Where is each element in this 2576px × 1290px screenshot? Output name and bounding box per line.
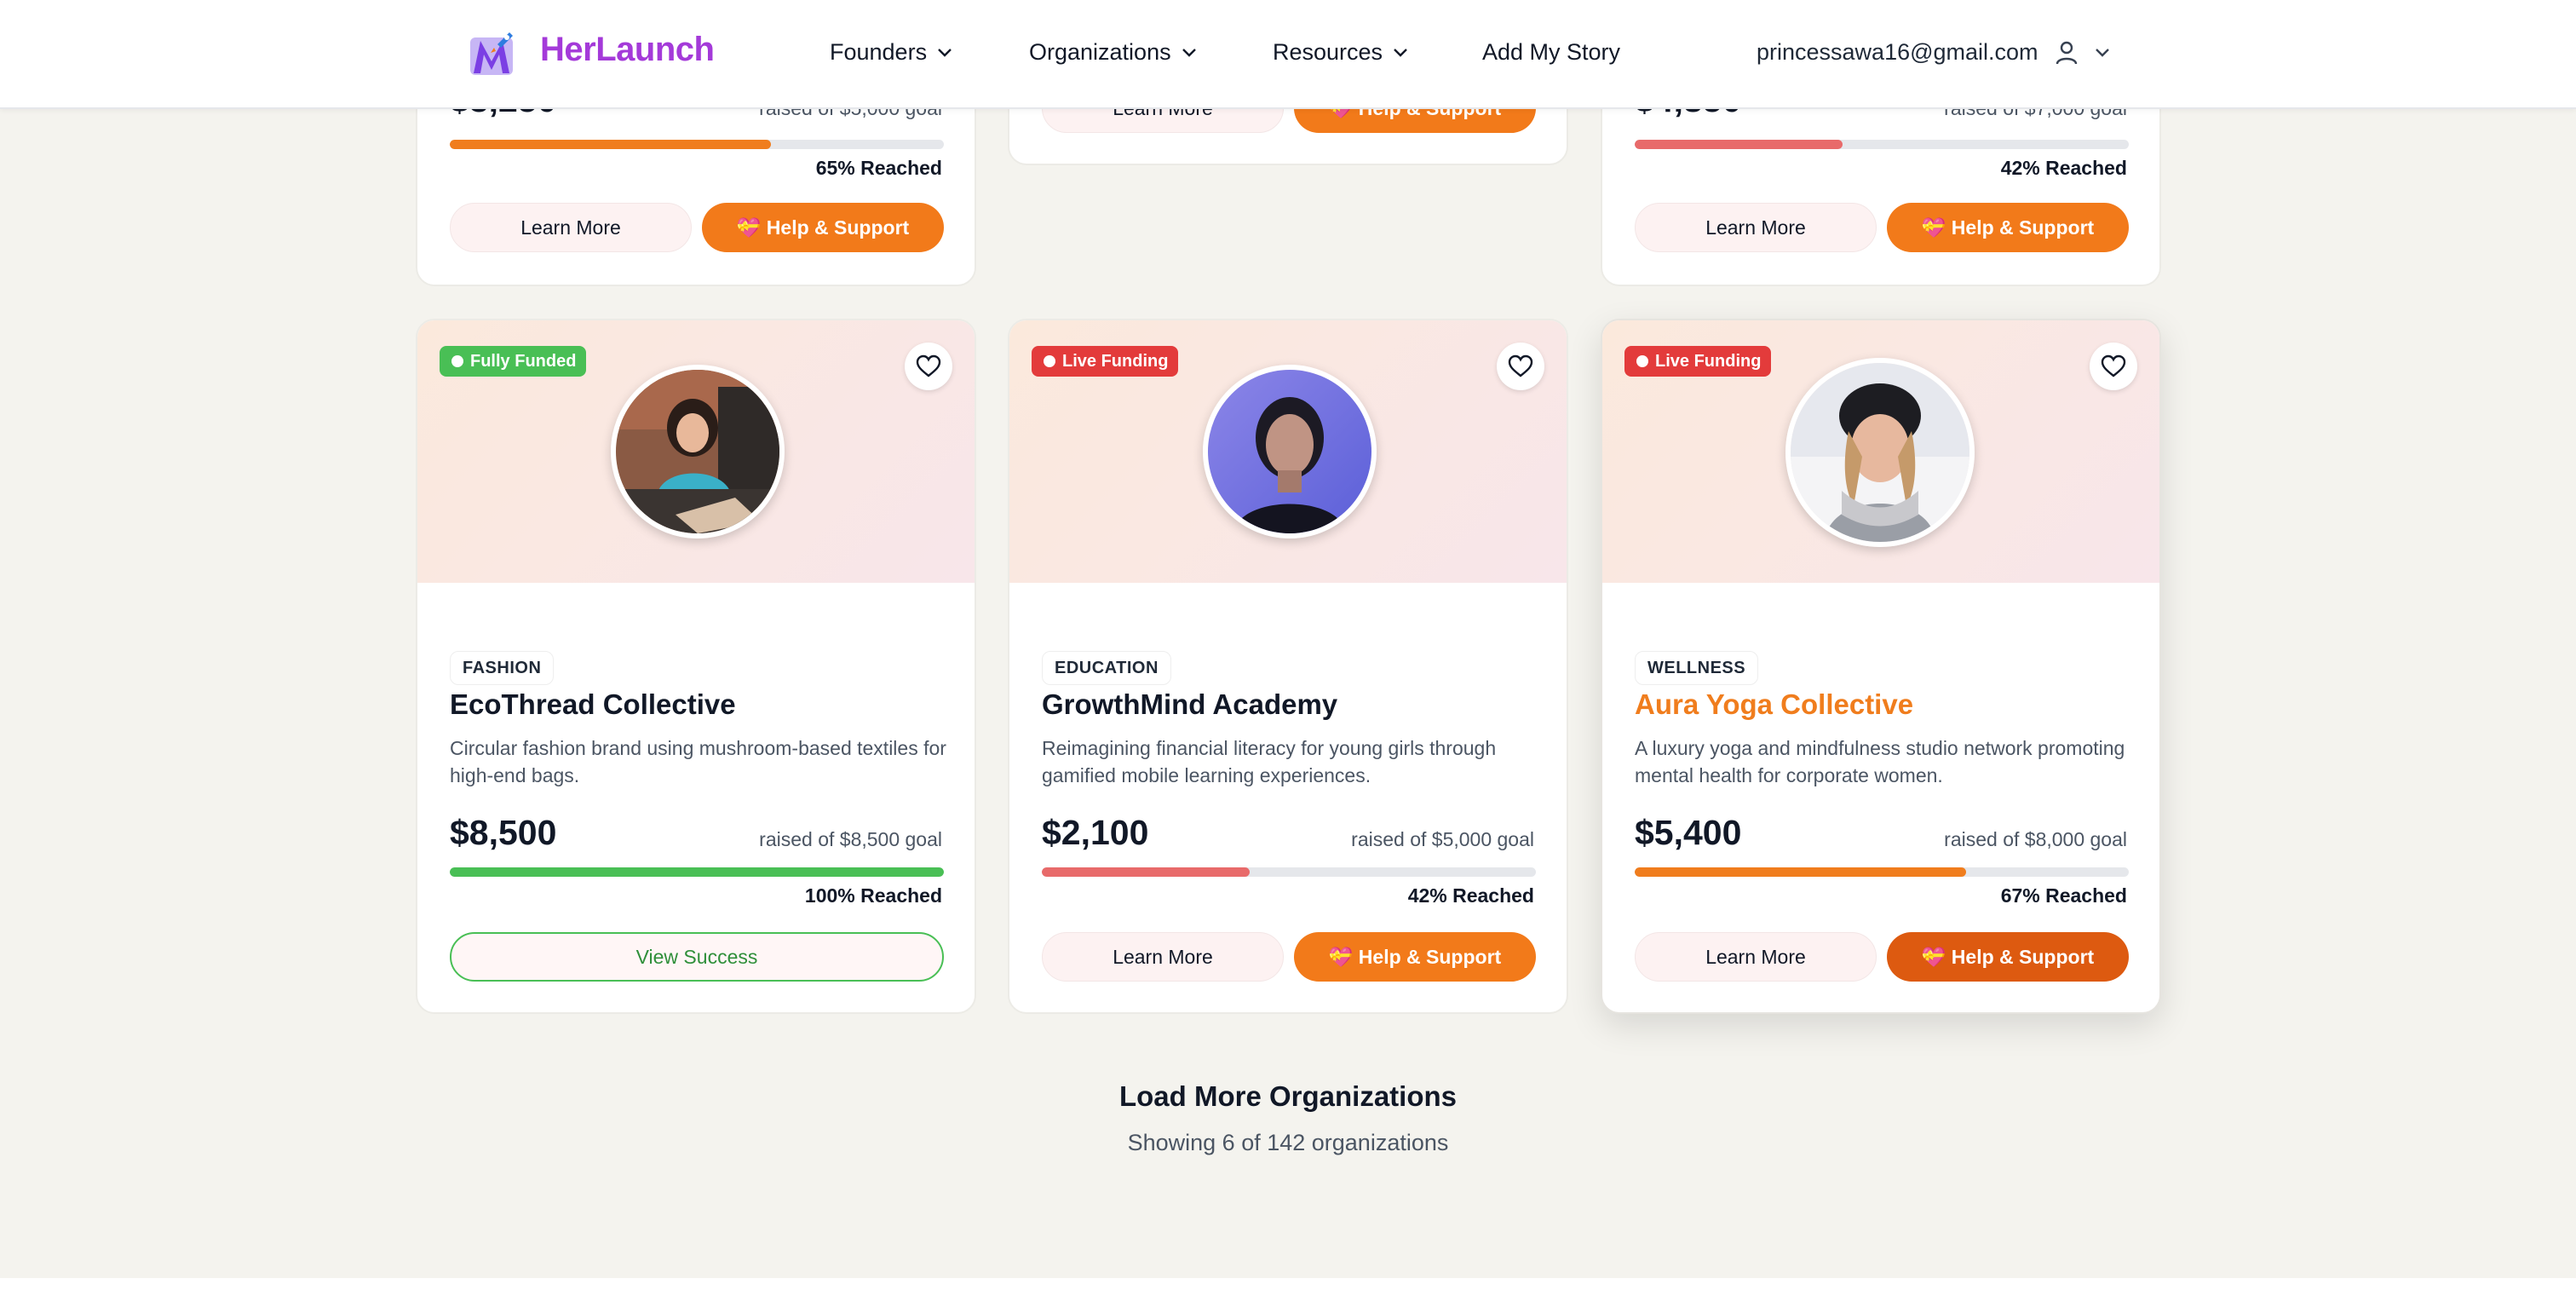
learn-more-button[interactable]: Learn More <box>1635 932 1877 982</box>
load-more-button[interactable]: Load More Organizations <box>0 1080 2576 1113</box>
heart-icon <box>2101 354 2126 377</box>
top-navbar: HerLaunch Founders Organizations Resourc… <box>0 0 2576 109</box>
help-support-button[interactable]: 💝 Help & Support <box>1887 203 2129 252</box>
help-support-button[interactable]: 💝 Help & Support <box>702 203 944 252</box>
status-dot-icon <box>1044 355 1055 367</box>
nav-add-my-story-label: Add My Story <box>1482 39 1621 65</box>
reached-text: 67% Reached <box>2000 884 2127 907</box>
goal-text: raised of $5,000 goal <box>1351 828 1534 850</box>
progress-track <box>450 867 944 877</box>
status-dot-icon <box>1636 355 1648 367</box>
progress-track <box>1635 140 2129 149</box>
org-title[interactable]: Aura Yoga Collective <box>1635 688 1913 721</box>
progress-track <box>450 140 944 149</box>
chevron-down-icon <box>1182 48 1196 57</box>
status-dot-icon <box>451 355 463 367</box>
nav-founders[interactable]: Founders <box>830 39 952 66</box>
favorite-heart-button[interactable] <box>905 343 952 390</box>
card-hero: Fully Funded <box>417 320 975 583</box>
learn-more-button[interactable]: Learn More <box>1042 932 1284 982</box>
org-description: Circular fashion brand using mushroom-ba… <box>450 737 946 786</box>
goal-text: raised of $8,500 goal <box>759 828 942 850</box>
amount-raised: $5,400 <box>1635 813 1742 852</box>
progress-track <box>1042 867 1536 877</box>
progress-fill <box>1635 867 1966 877</box>
help-support-button[interactable]: 💝 Help & Support <box>1887 932 2129 982</box>
founder-photo-icon <box>616 370 779 533</box>
nav-resources-label: Resources <box>1273 39 1383 65</box>
org-card-ecothread[interactable]: Fully Funded FASHION EcoThread Collectiv… <box>416 319 976 1014</box>
org-title[interactable]: GrowthMind Academy <box>1042 688 1337 721</box>
founder-avatar <box>1785 358 1975 547</box>
nav-founders-label: Founders <box>830 39 928 65</box>
chevron-down-icon <box>2095 48 2109 57</box>
amount-raised: $2,100 <box>1042 813 1149 852</box>
brand-name[interactable]: HerLaunch <box>540 31 715 69</box>
founder-avatar <box>611 365 785 538</box>
heart-icon <box>916 354 941 377</box>
reached-text: 42% Reached <box>1407 884 1534 907</box>
org-card-aura-yoga[interactable]: Live Funding WELLNESS Aura Yoga Collecti… <box>1601 319 2161 1014</box>
nav-add-my-story[interactable]: Add My Story <box>1482 39 1620 66</box>
badge-label: Live Funding <box>1062 351 1169 371</box>
founder-photo-icon <box>1208 370 1371 533</box>
card-hero: Live Funding <box>1602 320 2159 583</box>
org-description: A luxury yoga and mindfulness studio net… <box>1635 737 2125 786</box>
help-support-button[interactable]: 💝 Help & Support <box>1294 932 1536 982</box>
nav-organizations-label: Organizations <box>1029 39 1171 65</box>
reached-text: 65% Reached <box>815 157 942 179</box>
founder-avatar <box>1203 365 1377 538</box>
user-email: princessawa16@gmail.com <box>1757 39 2038 65</box>
org-card-growthmind[interactable]: Live Funding EDUCATION GrowthMind Academ… <box>1008 319 1568 1014</box>
org-description: Reimagining financial literacy for young… <box>1042 737 1497 786</box>
reached-text: 100% Reached <box>804 884 942 907</box>
category-tag: FASHION <box>450 651 555 685</box>
learn-more-button[interactable]: Learn More <box>1635 203 1877 252</box>
showing-count: Showing 6 of 142 organizations <box>1127 1130 1449 1155</box>
heart-icon <box>1508 354 1533 377</box>
status-badge: Live Funding <box>1032 346 1179 377</box>
nav-resources[interactable]: Resources <box>1273 39 1408 66</box>
badge-label: Live Funding <box>1655 351 1762 371</box>
chevron-down-icon <box>1394 48 1407 57</box>
amount-raised: $8,500 <box>450 813 557 852</box>
rocket-logo-icon[interactable] <box>467 29 516 78</box>
status-badge: Fully Funded <box>440 346 587 377</box>
favorite-heart-button[interactable] <box>2090 343 2137 390</box>
progress-fill <box>450 867 944 877</box>
learn-more-button[interactable]: Learn More <box>450 203 692 252</box>
user-icon <box>2056 41 2077 64</box>
page-footer-edge <box>0 1278 2576 1290</box>
card-hero: Live Funding <box>1009 320 1567 583</box>
badge-label: Fully Funded <box>470 351 577 371</box>
progress-fill <box>450 140 771 149</box>
chevron-down-icon <box>938 48 952 57</box>
reached-text: 42% Reached <box>2000 157 2127 179</box>
nav-organizations[interactable]: Organizations <box>1029 39 1197 66</box>
org-title[interactable]: EcoThread Collective <box>450 688 736 721</box>
favorite-heart-button[interactable] <box>1497 343 1544 390</box>
category-tag: WELLNESS <box>1635 651 1759 685</box>
user-menu[interactable]: princessawa16@gmail.com <box>1757 39 2110 66</box>
progress-fill <box>1042 867 1250 877</box>
progress-fill <box>1635 140 1843 149</box>
founder-photo-icon <box>1791 363 1969 542</box>
progress-track <box>1635 867 2129 877</box>
status-badge: Live Funding <box>1624 346 1772 377</box>
category-tag: EDUCATION <box>1042 651 1171 685</box>
view-success-button[interactable]: View Success <box>450 932 944 982</box>
goal-text: raised of $8,000 goal <box>1944 828 2127 850</box>
